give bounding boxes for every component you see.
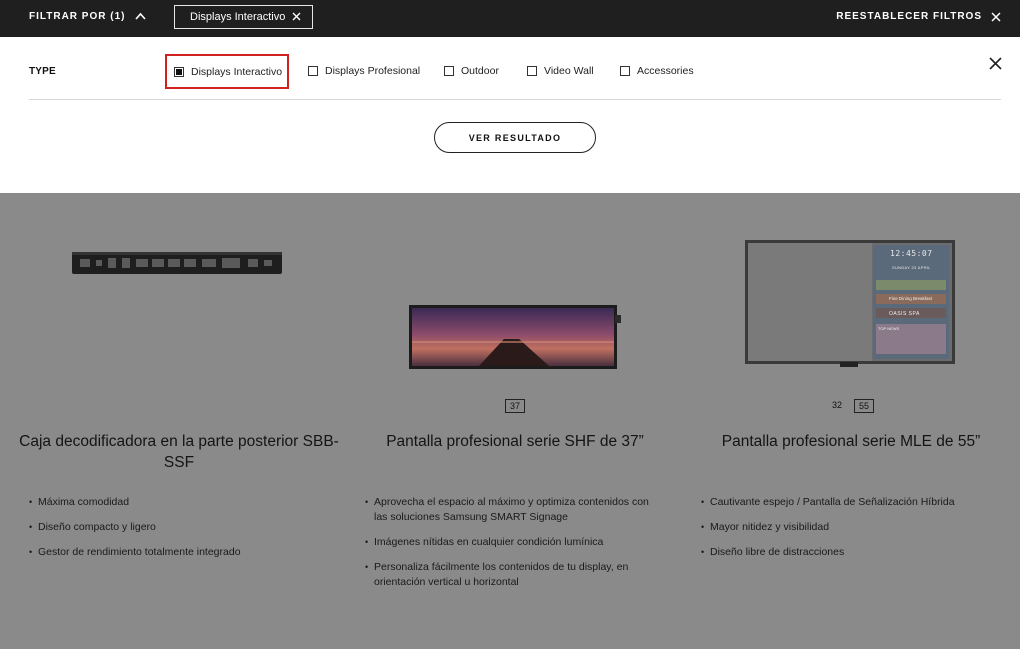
filter-option-displays-interactivo[interactable]: Displays Interactivo <box>165 54 290 89</box>
product-card[interactable]: Caja decodificadora en la parte posterio… <box>9 193 349 649</box>
filter-option-accessories[interactable]: Accessories <box>620 65 694 77</box>
feature-item: Personaliza fácilmente los contenidos de… <box>365 560 665 590</box>
feature-item: Aprovecha el espacio al máximo y optimiz… <box>365 495 665 525</box>
filter-option-outdoor[interactable]: Outdoor <box>444 65 499 77</box>
product-card[interactable]: 37 Pantalla profesional serie SHF de 37”… <box>345 193 685 649</box>
filter-option-label: Video Wall <box>544 65 594 77</box>
size-selector: 32 55 <box>681 399 1020 413</box>
filter-panel: TYPE Displays Interactivo Displays Profe… <box>0 37 1020 193</box>
mle-display-image[interactable]: 12:45:07 SUNDAY 23 APRIL Fine Dining Bre… <box>745 240 955 368</box>
feature-item: Gestor de rendimiento totalmente integra… <box>29 545 339 560</box>
product-title[interactable]: Caja decodificadora en la parte posterio… <box>9 431 349 473</box>
filter-toggle-label: FILTRAR POR (1) <box>29 11 126 22</box>
filter-option-label: Accessories <box>637 65 694 77</box>
remove-filter-icon[interactable] <box>292 12 301 21</box>
size-selector: 37 <box>345 399 685 413</box>
reset-filters-button[interactable]: REESTABLECER FILTROS <box>836 11 1001 22</box>
filter-option-label: Displays Profesional <box>325 65 421 77</box>
checkbox[interactable] <box>620 66 630 76</box>
feature-item: Cautivante espejo / Pantalla de Señaliza… <box>701 495 1001 510</box>
feature-list: Máxima comodidad Diseño compacto y liger… <box>29 495 339 570</box>
shf-display-image[interactable] <box>409 305 621 369</box>
close-icon <box>991 11 1001 22</box>
set-back-box-image[interactable] <box>72 250 282 276</box>
ver-resultado-button[interactable]: VER RESULTADO <box>434 122 596 153</box>
screen-menu-item: OASIS SPA <box>889 311 920 317</box>
feature-item: Imágenes nítidas en cualquier condición … <box>365 535 665 550</box>
mirror-display-graphic <box>745 240 955 367</box>
checkbox[interactable] <box>444 66 454 76</box>
screen-menu-item: Fine Dining Breakfast <box>889 296 933 301</box>
active-filter-chip-label: Displays Interactivo <box>190 11 286 23</box>
filter-option-video-wall[interactable]: Video Wall <box>527 65 594 77</box>
feature-list: Aprovecha el espacio al máximo y optimiz… <box>365 495 665 600</box>
divider <box>29 99 1001 100</box>
product-title[interactable]: Pantalla profesional serie SHF de 37” <box>345 431 685 452</box>
size-option-selected[interactable]: 37 <box>504 399 525 413</box>
filter-top-bar: FILTRAR POR (1) Displays Interactivo REE… <box>0 0 1020 37</box>
product-title[interactable]: Pantalla profesional serie MLE de 55” <box>681 431 1020 452</box>
feature-item: Máxima comodidad <box>29 495 339 510</box>
size-option-selected[interactable]: 55 <box>854 399 875 413</box>
product-card[interactable]: 12:45:07 SUNDAY 23 APRIL Fine Dining Bre… <box>681 193 1020 649</box>
filter-option-displays-profesional[interactable]: Displays Profesional <box>308 65 420 77</box>
screen-date: SUNDAY 23 APRIL <box>892 265 931 270</box>
reset-filters-label: REESTABLECER FILTROS <box>836 11 982 22</box>
screen-news-label: TOP NEWS <box>878 326 900 331</box>
size-option[interactable]: 32 <box>828 399 846 413</box>
checkbox[interactable] <box>527 66 537 76</box>
feature-item: Diseño libre de distracciones <box>701 545 1001 560</box>
checkbox-checked[interactable] <box>174 66 184 77</box>
chevron-up-icon <box>135 12 147 20</box>
filter-toggle-button[interactable]: FILTRAR POR (1) <box>29 11 147 22</box>
active-filter-chip[interactable]: Displays Interactivo <box>174 5 313 29</box>
filter-group-label: TYPE <box>29 66 56 77</box>
feature-list: Cautivante espejo / Pantalla de Señaliza… <box>701 495 1001 570</box>
feature-item: Diseño compacto y ligero <box>29 520 339 535</box>
close-panel-icon[interactable] <box>989 57 1002 70</box>
screen-clock: 12:45:07 <box>890 249 933 258</box>
feature-item: Mayor nitidez y visibilidad <box>701 520 1001 535</box>
filter-option-label: Outdoor <box>461 65 499 77</box>
checkbox[interactable] <box>308 66 318 76</box>
filter-option-label: Displays Interactivo <box>191 65 283 78</box>
